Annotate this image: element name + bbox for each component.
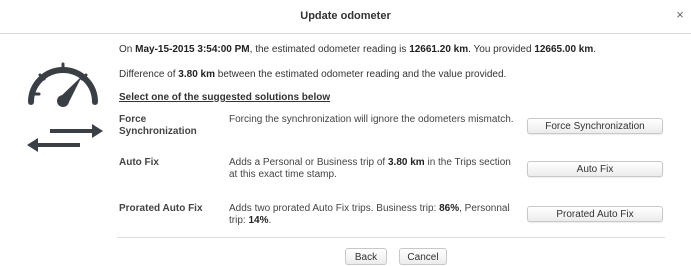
dialog-titlebar: Update odometer × [0,0,691,34]
force-sync-label: Force Synchronization [119,114,197,137]
provided-reading: 12665.00 km [534,44,594,55]
force-sync-description: Forcing the synchronization will ignore … [229,114,514,125]
auto-fix-button[interactable]: Auto Fix [527,161,663,177]
difference-line: Difference of 3.80 km between the estima… [119,69,507,80]
prorated-auto-fix-label: Prorated Auto Fix [119,203,203,214]
estimated-reading: 12661.20 km [409,44,469,55]
update-odometer-dialog: Update odometer × On May-15-2015 3:54:00… [0,0,691,265]
close-icon: × [676,7,684,22]
solutions-heading: Select one of the suggested solutions be… [119,92,331,103]
prorated-auto-fix-description: Adds two prorated Auto Fix trips. Busine… [229,203,510,226]
close-button[interactable]: × [673,8,687,22]
difference-value: 3.80 km [178,69,215,80]
sync-date: May-15-2015 3:54:00 PM [135,44,250,55]
force-synchronization-button[interactable]: Force Synchronization [527,118,663,134]
footer-divider [117,237,665,238]
auto-fix-label: Auto Fix [119,157,159,168]
auto-fix-description: Adds a Personal or Business trip of 3.80… [229,157,511,180]
business-percent: 86% [439,203,460,214]
personal-percent: 14% [248,215,269,226]
dialog-title: Update odometer [300,10,391,22]
odometer-sync-icon [27,62,103,152]
prorated-auto-fix-button[interactable]: Prorated Auto Fix [527,206,663,222]
summary-line: On May-15-2015 3:54:00 PM, the estimated… [119,44,597,55]
back-button[interactable]: Back [345,248,387,265]
cancel-button[interactable]: Cancel [399,248,447,265]
